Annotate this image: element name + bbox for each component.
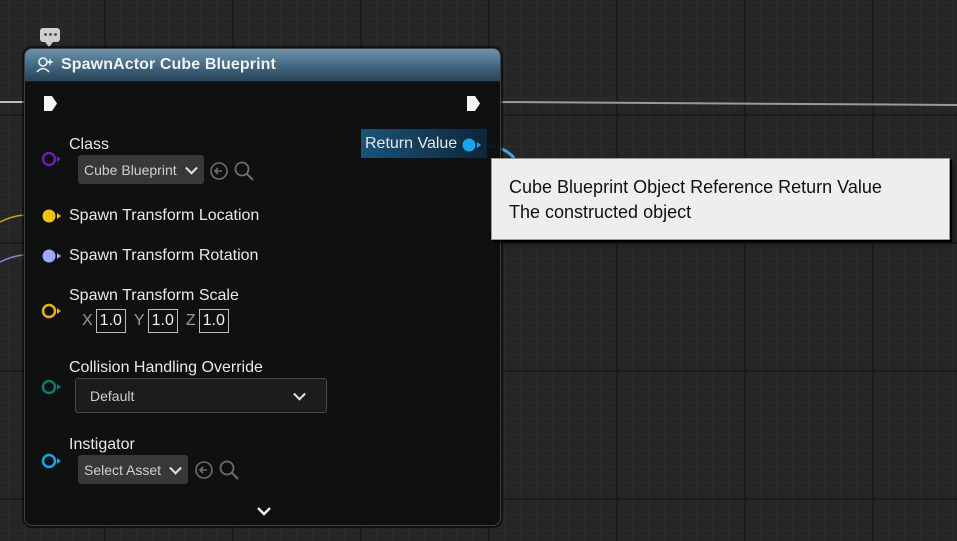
chevron-down-icon	[185, 161, 198, 175]
collision-pin[interactable]	[40, 379, 62, 395]
browse-search-icon[interactable]	[233, 160, 255, 182]
spawn-actor-node[interactable]: SpawnActor Cube Blueprint Class Cube Blu…	[24, 48, 501, 526]
collision-dropdown-value: Default	[90, 387, 135, 404]
scale-x-label: X	[82, 312, 93, 329]
return-value-pin[interactable]	[460, 137, 482, 153]
node-title: SpawnActor Cube Blueprint	[61, 56, 276, 73]
class-dropdown[interactable]: Cube Blueprint	[78, 155, 204, 184]
expand-chevron-icon[interactable]	[255, 504, 273, 518]
location-label: Spawn Transform Location	[69, 207, 260, 224]
return-value-label: Return Value	[365, 134, 458, 152]
scale-pin[interactable]	[40, 303, 62, 319]
instigator-dropdown-value: Select Asset	[84, 461, 162, 478]
use-selected-icon[interactable]	[194, 460, 214, 480]
rotation-pin[interactable]	[40, 248, 62, 264]
use-selected-icon[interactable]	[209, 161, 229, 181]
rotation-label: Spawn Transform Rotation	[69, 247, 259, 264]
spawn-actor-icon	[35, 55, 55, 75]
chevron-down-icon	[293, 387, 306, 401]
pin-tooltip: Cube Blueprint Object Reference Return V…	[491, 158, 950, 240]
instigator-dropdown[interactable]: Select Asset	[78, 455, 188, 484]
scale-x-input[interactable]: 1.0	[95, 309, 126, 333]
class-label: Class	[69, 136, 110, 153]
scale-z-label: Z	[185, 312, 196, 329]
collision-label: Collision Handling Override	[69, 359, 263, 376]
scale-label: Spawn Transform Scale	[69, 287, 239, 304]
tooltip-title: Cube Blueprint Object Reference Return V…	[509, 177, 882, 197]
instigator-label: Instigator	[69, 436, 135, 453]
exec-out-pin[interactable]	[466, 95, 481, 112]
tooltip-description: The constructed object	[509, 202, 692, 222]
node-header[interactable]: SpawnActor Cube Blueprint	[25, 49, 500, 82]
scale-y-label: Y	[133, 312, 145, 329]
class-pin[interactable]	[40, 151, 62, 167]
browse-search-icon[interactable]	[218, 459, 240, 481]
collision-dropdown[interactable]: Default	[75, 378, 327, 413]
scale-vector: X 1.0 Y 1.0 Z 1.0	[82, 309, 237, 333]
class-dropdown-value: Cube Blueprint	[84, 161, 177, 178]
scale-z-input[interactable]: 1.0	[198, 309, 229, 333]
chevron-down-icon	[169, 461, 182, 475]
instigator-pin[interactable]	[40, 453, 62, 469]
scale-y-input[interactable]: 1.0	[147, 309, 178, 333]
comment-icon[interactable]	[40, 28, 60, 47]
location-pin[interactable]	[40, 208, 62, 224]
exec-in-pin[interactable]	[43, 95, 58, 112]
